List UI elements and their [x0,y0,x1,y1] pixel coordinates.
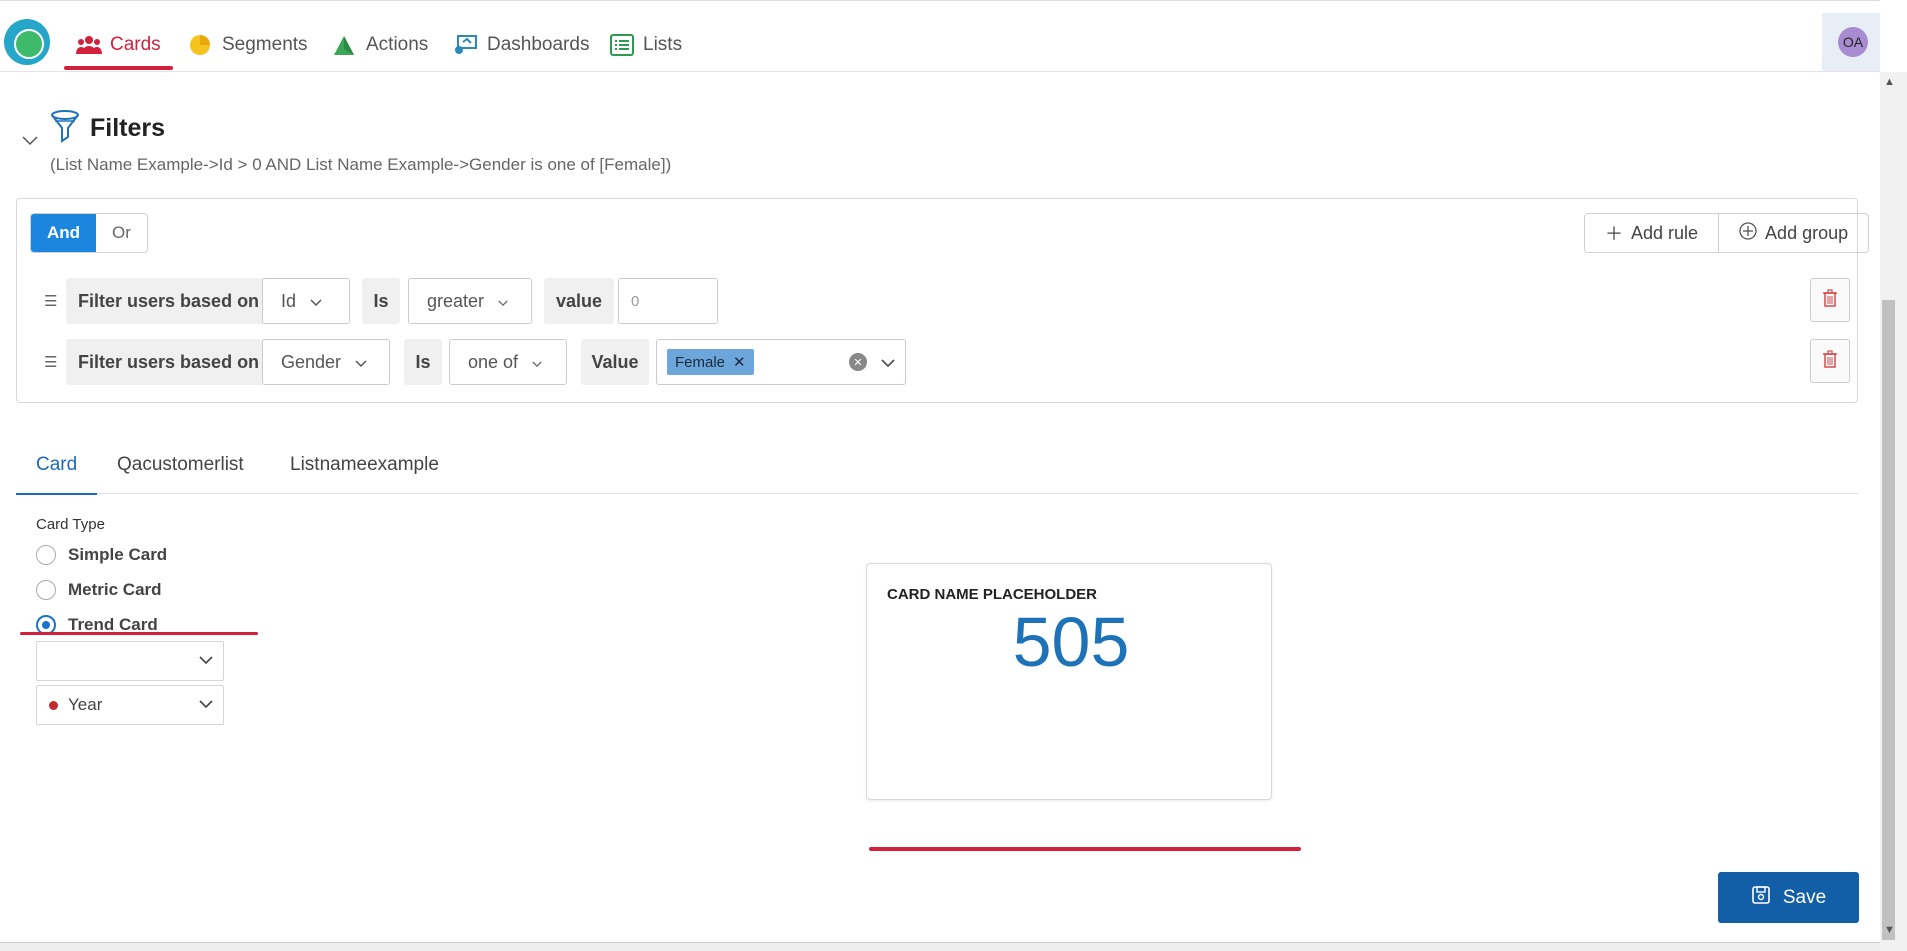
nav-tab-cards[interactable]: Cards [64,21,173,70]
card-type-label: Card Type [36,516,105,533]
filter-rule: ☰ Filter users based on Gender Is one of… [40,339,1860,385]
delete-rule-button[interactable] [1810,339,1850,383]
chevron-down-icon [532,352,542,373]
add-rule-button[interactable]: ＋ Add rule [1585,214,1718,252]
multi-value-select[interactable]: Female ✕ ✕ [656,339,906,385]
avatar[interactable]: OA [1838,27,1868,57]
nav-tab-dashboards[interactable]: Dashboards [453,21,589,69]
radio-button[interactable] [36,545,56,565]
dropdown-value: Year [68,695,103,714]
operator-select[interactable]: greater [408,278,532,324]
plus-icon: ＋ [1605,224,1623,244]
content-tabs: Card Qacustomerlist Listnameexample [15,448,1858,495]
user-menu[interactable]: OA [1822,13,1880,71]
drag-handle-icon[interactable]: ☰ [44,353,57,371]
card-value: 505 [1012,603,1130,681]
operator-select-value: greater [427,290,485,311]
radio-metric-card[interactable]: Metric Card [36,580,162,600]
operator-label: Is [404,339,442,385]
plus-circle-icon [1739,221,1757,245]
filter-rule: ☰ Filter users based on Id Is greater va… [40,278,1860,324]
save-icon [1751,885,1771,911]
trash-icon [1822,349,1838,373]
operator-select[interactable]: one of [449,339,567,385]
trend-field-dropdown[interactable] [36,641,224,681]
card-name: CARD NAME PLACEHOLDER [887,586,1097,603]
nav-tab-label: Dashboards [487,34,590,55]
value-label: value [544,278,614,324]
list-icon [609,34,635,56]
delete-rule-button[interactable] [1810,278,1850,322]
drag-handle-icon[interactable]: ☰ [44,292,57,310]
top-nav-bar: Cards Segments Actions Dashboards Lists … [0,0,1880,72]
field-select-value: Gender [281,351,342,372]
value-label: Value [581,339,649,385]
trend-period-dropdown[interactable]: Year [36,685,224,725]
nav-tab-actions[interactable]: Actions [332,21,428,69]
save-label: Save [1782,886,1827,908]
chevron-down-icon[interactable] [22,130,38,151]
add-rule-label: Add rule [1631,222,1699,243]
nav-tab-lists[interactable]: Lists [609,21,682,69]
trash-icon [1822,288,1838,312]
filter-funnel-icon [50,110,80,149]
radio-button[interactable] [36,580,56,600]
save-button[interactable]: Save [1718,872,1859,923]
operator-label: Is [362,278,400,324]
clear-selection-icon[interactable]: ✕ [849,353,867,371]
rule-prefix: Filter users based on [66,339,272,385]
tab-card[interactable]: Card [15,448,98,495]
annotation-underline [869,847,1301,851]
value-input[interactable]: 0 [618,278,718,324]
operator-select-value: one of [468,351,519,372]
rule-prefix: Filter users based on [66,278,272,324]
field-select[interactable]: Gender [262,339,390,385]
remove-tag-icon[interactable]: ✕ [733,353,746,371]
pie-chart-icon [188,34,214,56]
nav-tab-label: Segments [222,34,308,55]
radio-label: Metric Card [68,580,162,599]
field-select-value: Id [281,290,297,311]
or-button[interactable]: Or [96,214,147,252]
radio-label: Simple Card [68,545,168,564]
radio-simple-card[interactable]: Simple Card [36,545,167,565]
nav-tab-segments[interactable]: Segments [188,21,308,69]
filters-title: Filters [90,114,166,142]
app-logo[interactable] [4,19,50,65]
chevron-down-icon [199,650,213,670]
actions-icon [332,34,358,56]
taskbar-edge [0,942,1880,951]
nav-tab-label: Actions [366,34,429,55]
chevron-down-icon [310,291,322,312]
card-preview: CARD NAME PLACEHOLDER 505 [866,563,1272,800]
selected-tag: Female ✕ [667,349,754,375]
tab-qacustomerlist[interactable]: Qacustomerlist [117,448,244,494]
chevron-down-icon [498,291,508,312]
nav-tab-label: Cards [110,34,161,55]
users-icon [76,34,102,56]
field-select[interactable]: Id [262,278,350,324]
combinator-toggle: And Or [30,213,148,253]
status-dot-icon [49,700,58,710]
add-group-button[interactable]: Add group [1718,214,1868,252]
tab-listnameexample[interactable]: Listnameexample [290,448,439,494]
and-button[interactable]: And [31,214,97,252]
scroll-up-icon[interactable]: ▲ [1884,76,1895,88]
nav-tab-label: Lists [643,34,683,55]
scrollbar-thumb[interactable] [1882,300,1895,940]
chevron-down-icon [355,352,367,373]
add-group-label: Add group [1765,222,1849,243]
dashboard-icon [453,34,479,56]
filters-summary: (List Name Example->Id > 0 AND List Name… [50,155,672,174]
chevron-down-icon[interactable] [881,352,895,373]
annotation-underline [20,632,258,635]
chevron-down-icon [199,694,213,714]
add-actions: ＋ Add rule Add group [1584,213,1870,253]
tag-label: Female [675,353,726,371]
scroll-down-icon[interactable]: ▼ [1884,924,1895,936]
